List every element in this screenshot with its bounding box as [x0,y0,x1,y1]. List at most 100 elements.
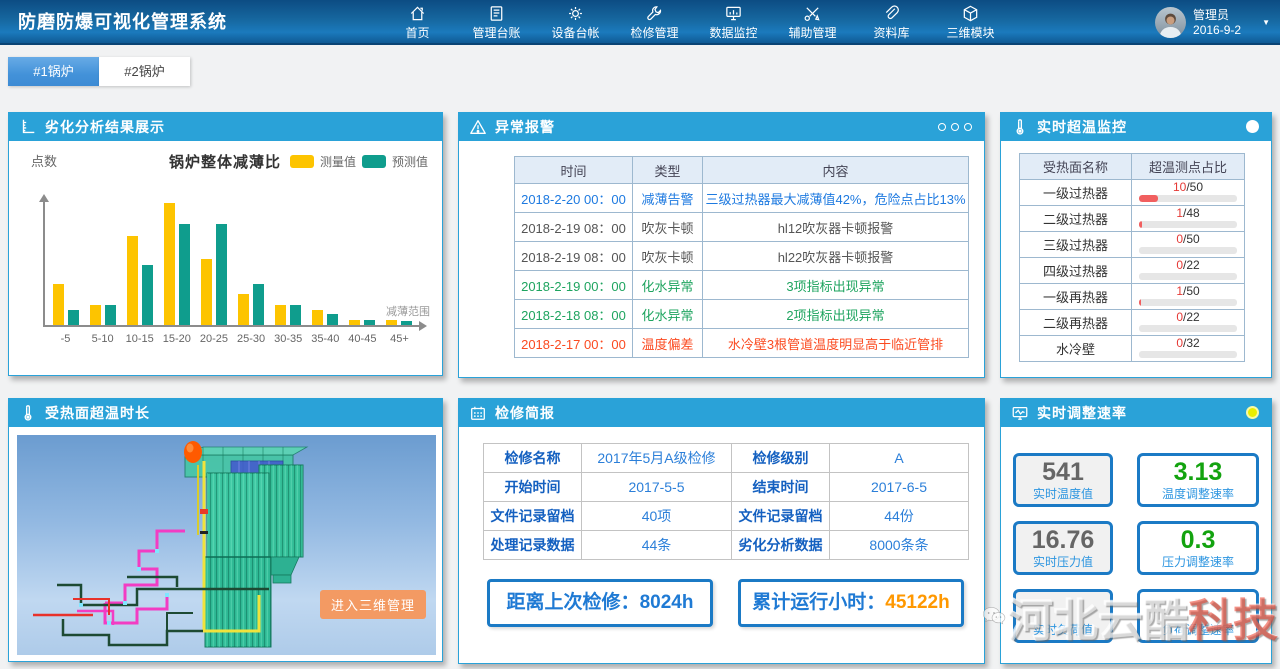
overtemp-row: 水冷壁0/32 [1020,336,1245,362]
chart-bars: -55-1010-1515-2020-2525-3030-3535-4040-4… [49,191,416,325]
tab-boiler-1[interactable]: #1锅炉 [8,57,99,86]
alarm-row[interactable]: 2018-2-19 00：00化水异常3项指标出现异常 [515,271,969,300]
alarm-cell: 2项指标出现异常 [703,300,969,329]
measured-bar [238,294,249,325]
measured-bar [127,236,138,325]
heating-surface-name: 二级过热器 [1020,206,1132,232]
panel-status-indicator[interactable] [1246,406,1259,419]
legend-measured-swatch [290,155,314,168]
alarm-row[interactable]: 2018-2-19 08：00吹灰卡顿hl12吹灰器卡顿报警 [515,213,969,242]
rate-card-value [1140,595,1256,621]
bar-group: 20-25 [197,191,230,325]
measured-bar [164,203,175,325]
maintenance-value: 2017年5月A级检修 [582,444,732,473]
overtemp-ratio-cell: 0/22 [1132,310,1245,336]
bar-group: 10-15 [123,191,156,325]
monitor-pulse-icon [1011,404,1029,422]
overtemp-ratio: 0/22 [1132,259,1244,272]
predicted-bar [68,310,79,325]
predicted-bar [179,224,190,325]
maintenance-value: 44份 [830,502,969,531]
maintenance-value: 2017-6-5 [830,473,969,502]
nav-item-gear[interactable]: 设备台帐 [536,0,615,45]
app-title: 防磨防爆可视化管理系统 [18,0,227,44]
tab-boiler-2[interactable]: #2锅炉 [99,57,190,86]
legend-predicted-label: 预测值 [392,153,428,170]
measured-bar [201,259,212,325]
x-tick-label: -5 [61,333,71,345]
rate-card-value: 16.76 [1016,527,1110,553]
nav-item-label: 资料库 [873,24,909,41]
panel-maintenance-brief: 检修简报 检修名称2017年5月A级检修检修级别A开始时间2017-5-5结束时… [458,398,985,664]
overtemp-ratio: 0/32 [1132,337,1244,350]
overtemp-row: 二级过热器1/48 [1020,206,1245,232]
predicted-bar [401,321,412,325]
overtemp-table: 受热面名称超温测点占比 一级过热器10/50二级过热器1/48三级过热器0/50… [1019,153,1245,362]
ruler-axis-icon [19,118,37,136]
alarm-cell: 2018-2-20 00：00 [515,184,633,213]
alarm-column-header: 时间 [515,157,633,184]
x-tick-label: 15-20 [163,333,191,345]
user-menu[interactable]: 管理员 2016-9-2 ▼ [1155,0,1270,45]
maintenance-label: 检修级别 [732,444,830,473]
total-running-hours-button[interactable]: 累计运行小时：45122h [738,579,964,627]
maintenance-row: 处理记录数据44条劣化分析数据8000条条 [484,531,969,560]
user-date: 2016-9-2 [1193,23,1241,38]
nav-item-home[interactable]: 首页 [378,0,457,45]
panel-degradation-analysis: 劣化分析结果展示 点数 锅炉整体减薄比 测量值 预测值 减薄范围 -55-101… [8,112,443,376]
bar-group: -5 [49,191,82,325]
alarm-row[interactable]: 2018-2-19 08：00吹灰卡顿hl22吹灰器卡顿报警 [515,242,969,271]
alarm-row[interactable]: 2018-2-17 00：00温度偏差水冷壁3根管道温度明显高于临近管排 [515,329,969,358]
alarm-cell: 2018-2-19 08：00 [515,213,633,242]
overtemp-ratio: 1/50 [1132,285,1244,298]
measured-bar [349,320,360,325]
alarm-cell: 吹灰卡顿 [633,213,703,242]
home-icon [408,4,427,23]
chevron-down-icon[interactable]: ▼ [1262,18,1270,27]
panel-title: 异常报警 [495,117,555,137]
panel-realtime-adjust-rate: 实时调整速率 541实时温度值3.13温度调整速率16.76实时压力值0.3压力… [1000,398,1272,664]
measured-bar [275,305,286,325]
monitor-chart-icon [724,4,743,23]
x-tick-label: 25-30 [237,333,265,345]
panel-options-dots[interactable] [938,123,972,131]
alarm-row[interactable]: 2018-2-20 00：00减薄告警三级过热器最大减薄值42%，危险点占比13… [515,184,969,213]
panel-alarm-header: 异常报警 [459,113,984,141]
maintenance-table: 检修名称2017年5月A级检修检修级别A开始时间2017-5-5结束时间2017… [483,443,969,560]
nav-item-label: 辅助管理 [788,24,836,41]
rate-card: 541实时温度值 [1013,453,1113,507]
nav-item-ledger[interactable]: 管理台账 [457,0,536,45]
rate-card-label: 负荷调整速率 [1140,621,1256,638]
predicted-bar [253,284,264,325]
enter-3d-management-button[interactable]: 进入三维管理 [320,590,426,619]
rate-card-value [1016,595,1110,621]
alarm-cell: 温度偏差 [633,329,703,358]
maintenance-value: 40项 [582,502,732,531]
panel-realtime-overtemp: 实时超温监控 受热面名称超温测点占比 一级过热器10/50二级过热器1/48三级… [1000,112,1272,378]
x-tick-label: 20-25 [200,333,228,345]
panel-boiler-header: 受热面超温时长 [9,399,442,427]
user-name: 管理员 [1193,8,1241,23]
bar-group: 15-20 [160,191,193,325]
nav-item-paperclip[interactable]: 资料库 [852,0,931,45]
nav-item-cube[interactable]: 三维模块 [931,0,1010,45]
x-tick-label: 10-15 [126,333,154,345]
overtemp-row: 一级过热器10/50 [1020,180,1245,206]
panel-title: 实时调整速率 [1037,403,1127,423]
alarm-cell: 化水异常 [633,300,703,329]
nav-item-monitor-chart[interactable]: 数据监控 [694,0,773,45]
bar-chart: 减薄范围 -55-1010-1515-2020-2525-3030-3535-4… [35,191,430,351]
paperclip-icon [882,4,901,23]
tools-icon [803,4,822,23]
alarm-row[interactable]: 2018-2-18 08：00化水异常2项指标出现异常 [515,300,969,329]
since-last-maintenance-button[interactable]: 距离上次检修：8024h [487,579,713,627]
warning-triangle-icon [469,118,487,136]
panel-status-indicator[interactable] [1246,120,1259,133]
nav-item-tools[interactable]: 辅助管理 [773,0,852,45]
boiler-3d-view[interactable] [17,435,436,655]
x-tick-label: 35-40 [311,333,339,345]
boiler-tabs: #1锅炉#2锅炉 [8,57,190,86]
nav-item-wrench[interactable]: 检修管理 [615,0,694,45]
maintenance-label: 检修名称 [484,444,582,473]
bar-group: 45+ [383,191,416,325]
